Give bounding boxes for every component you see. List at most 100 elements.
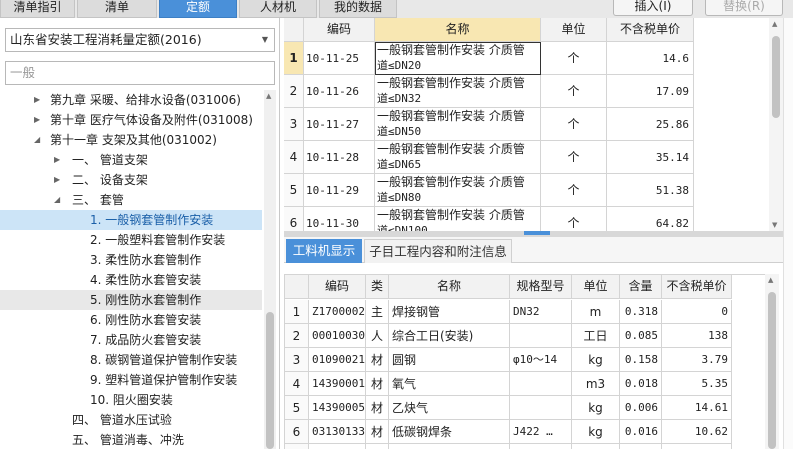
top-tab[interactable]: 清单: [77, 0, 157, 18]
tree-node[interactable]: ▶ 第九章 采暖、给排水设备(031006): [0, 90, 262, 110]
top-tab[interactable]: 定额: [159, 0, 237, 18]
resource-spec: φ10～14: [510, 348, 572, 372]
tree-node[interactable]: 9. 塑料管道保护管制作安装: [0, 370, 262, 390]
caret-down-icon[interactable]: ◢: [54, 190, 60, 210]
scroll-thumb[interactable]: [768, 292, 776, 449]
detail-tab-bar: 工料机显示 子目工程内容和附注信息: [284, 237, 793, 263]
tree-node[interactable]: 五、 管道消毒、冲洗: [0, 430, 262, 449]
quota-name-cell[interactable]: 一般钢套管制作安装 介质管 道≤DN50: [375, 108, 541, 141]
tree-node[interactable]: 10. 阻火圈安装: [0, 390, 262, 410]
quota-unit: 个: [541, 42, 607, 75]
insert-button[interactable]: 插入(I): [613, 0, 693, 16]
table-row[interactable]: 2 00010030 人综合工日(安装) 工日 0.085 138: [285, 324, 732, 348]
replace-button[interactable]: 替换(R): [705, 0, 783, 16]
top-tab[interactable]: 清单指引: [0, 0, 75, 18]
tree-node[interactable]: ▶ 第十章 医疗气体设备及附件(031008): [0, 110, 262, 130]
caret-down-icon[interactable]: ◢: [34, 130, 40, 150]
table-row[interactable]: 1 10-11-25 一般钢套管制作安装 介质管 道≤DN20 个 14.6: [284, 42, 694, 75]
top-tab[interactable]: 人材机: [239, 0, 317, 18]
tree-node-label: 10. 阻火圈安装: [90, 393, 173, 407]
top-tab[interactable]: 我的数据: [319, 0, 397, 18]
resource-code: 13050013: [309, 444, 366, 449]
column-header[interactable]: 名称: [389, 275, 510, 299]
tree-node[interactable]: 6. 刚性防水套管安装: [0, 310, 262, 330]
detail-tab[interactable]: 工料机显示: [286, 239, 362, 263]
scroll-up-icon[interactable]: ▲: [772, 20, 777, 28]
table-row[interactable]: 6 03130133 材低碳钢焊条 J422 … kg 0.016 10.62: [285, 420, 732, 444]
tree-node-label: 五、 管道消毒、冲洗: [72, 433, 184, 447]
column-header[interactable]: 单位: [572, 275, 620, 299]
column-header[interactable]: 不含税单价: [607, 18, 694, 42]
caret-right-icon[interactable]: ▶: [34, 110, 40, 130]
column-header[interactable]: 编码: [304, 18, 375, 42]
row-index: 1: [285, 300, 309, 324]
quota-name-spec: 道≤DN80: [377, 191, 422, 204]
table-row[interactable]: 3 10-11-27 一般钢套管制作安装 介质管 道≤DN50 个 25.86: [284, 108, 694, 141]
quota-grid-scrollbar[interactable]: ▲ ▼: [769, 18, 783, 231]
column-header[interactable]: 编码: [309, 275, 366, 299]
tree-node[interactable]: 4. 柔性防水套管安装: [0, 270, 262, 290]
quota-unit: 个: [541, 75, 607, 108]
caret-right-icon[interactable]: ▶: [54, 170, 60, 190]
column-header[interactable]: 不含税单价: [662, 275, 732, 299]
quota-name-cell[interactable]: 一般钢套管制作安装 介质管 道≤DN65: [375, 141, 541, 174]
caret-right-icon[interactable]: ▶: [34, 90, 40, 110]
tree-node[interactable]: ▶ 二、 设备支架: [0, 170, 262, 190]
table-row[interactable]: 6 10-11-30 一般钢套管制作安装 介质管 道≤DN100 个 64.82: [284, 207, 694, 231]
quota-library-select[interactable]: 山东省安装工程消耗量定额(2016) ▼: [5, 28, 275, 52]
tree-node-label: 第十章 医疗气体设备及附件(031008): [50, 113, 253, 127]
table-row[interactable]: 4 10-11-28 一般钢套管制作安装 介质管 道≤DN65 个 35.14: [284, 141, 694, 174]
tree-node[interactable]: 2. 一般塑料套管制作安装: [0, 230, 262, 250]
column-header[interactable]: [285, 275, 309, 299]
search-input[interactable]: 一般: [5, 61, 275, 85]
quota-name-cell[interactable]: 一般钢套管制作安装 介质管 道≤DN32: [375, 75, 541, 108]
scroll-thumb[interactable]: [772, 36, 780, 118]
row-index: 3: [284, 108, 304, 141]
resource-name: 氧气: [389, 372, 510, 396]
tree-node[interactable]: 8. 碳钢管道保护管制作安装: [0, 350, 262, 370]
tree-node[interactable]: 7. 成品防火套管安装: [0, 330, 262, 350]
table-row[interactable]: 713050013材酚醛防锈漆(各色)kg0.01416.24: [285, 444, 732, 449]
table-row[interactable]: 5 10-11-29 一般钢套管制作安装 介质管 道≤DN80 个 51.38: [284, 174, 694, 207]
resource-unit: 工日: [572, 324, 620, 348]
column-header[interactable]: 含量: [620, 275, 662, 299]
resource-price: 0: [662, 300, 732, 324]
table-row[interactable]: 1 Z17000025 主焊接钢管 DN32 m 0.318 0: [285, 300, 732, 324]
column-header[interactable]: 名称: [375, 18, 541, 42]
table-row[interactable]: 2 10-11-26 一般钢套管制作安装 介质管 道≤DN32 个 17.09: [284, 75, 694, 108]
scroll-up-icon[interactable]: ▲: [768, 276, 773, 284]
quota-name-spec: 道≤DN32: [377, 92, 422, 105]
resource-code: 00010030: [309, 324, 366, 348]
tree-node[interactable]: 3. 柔性防水套管制作: [0, 250, 262, 270]
column-header[interactable]: [284, 18, 304, 42]
resource-quantity: 0.018: [620, 372, 662, 396]
scroll-down-icon[interactable]: ▼: [772, 221, 777, 229]
tree-scrollbar[interactable]: ▲: [264, 90, 276, 449]
resource-name: 圆钢: [389, 348, 510, 372]
quota-name-cell[interactable]: 一般钢套管制作安装 介质管 道≤DN20: [375, 42, 541, 75]
column-header[interactable]: 类别: [366, 275, 389, 299]
scroll-up-icon[interactable]: ▲: [266, 92, 271, 100]
row-index: 3: [285, 348, 309, 372]
tree-node[interactable]: 四、 管道水压试验: [0, 410, 262, 430]
splitter-grip[interactable]: [524, 231, 550, 235]
column-header[interactable]: 规格型号: [510, 275, 572, 299]
tree-node[interactable]: ◢ 三、 套管: [0, 190, 262, 210]
tree-node[interactable]: ▶ 一、 管道支架: [0, 150, 262, 170]
quota-name-cell[interactable]: 一般钢套管制作安装 介质管 道≤DN100: [375, 207, 541, 231]
resource-grid-scrollbar[interactable]: ▲: [765, 274, 779, 449]
quota-grid: 编码 名称 单位 不含税单价 1 10-11-25 一般钢套管制作安装 介质管 道≤DN20 个…: [284, 18, 769, 231]
quota-name: 一般钢套管制作安装 介质管: [377, 43, 525, 57]
table-row[interactable]: 5 14390005 材乙炔气 kg 0.006 14.61: [285, 396, 732, 420]
scroll-thumb[interactable]: [266, 312, 274, 449]
column-header[interactable]: 单位: [541, 18, 607, 42]
quota-name-cell[interactable]: 一般钢套管制作安装 介质管 道≤DN80: [375, 174, 541, 207]
table-row[interactable]: 4 14390001 材氧气 m3 0.018 5.35: [285, 372, 732, 396]
table-row[interactable]: 3 01090021 材圆钢 φ10～14 kg 0.158 3.79: [285, 348, 732, 372]
tree-node[interactable]: 5. 刚性防水套管制作: [0, 290, 262, 310]
detail-tab[interactable]: 子目工程内容和附注信息: [364, 239, 512, 263]
tree-node[interactable]: ◢ 第十一章 支架及其他(031002): [0, 130, 262, 150]
tree-node[interactable]: 1. 一般钢套管制作安装: [0, 210, 262, 230]
caret-right-icon[interactable]: ▶: [54, 150, 60, 170]
quota-name: 一般钢套管制作安装 介质管: [377, 76, 525, 90]
